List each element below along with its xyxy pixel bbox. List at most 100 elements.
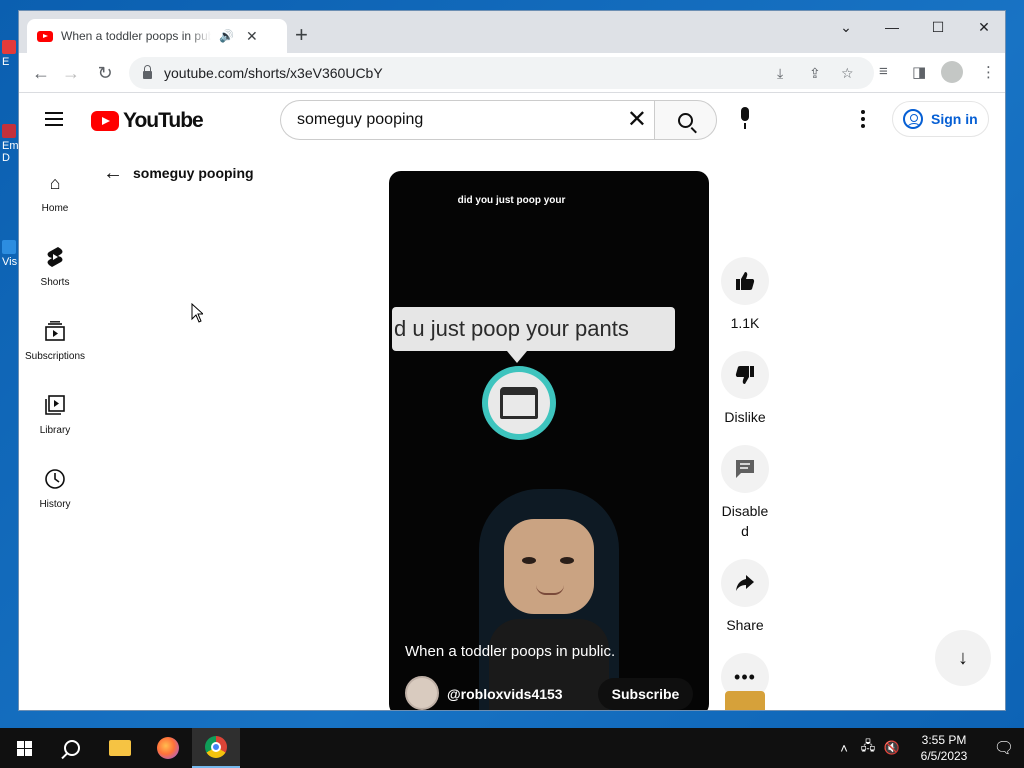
shorts-actions: 1.1K Dislike Disabled Share ••• [719, 257, 771, 710]
share-button[interactable] [721, 559, 769, 607]
desktop-icon[interactable]: Em D [2, 124, 19, 164]
comment-icon [736, 460, 754, 478]
sidebar-item-shorts[interactable]: Shorts [19, 231, 91, 305]
youtube-logo[interactable]: YouTube [91, 109, 204, 133]
sign-in-button[interactable]: Sign in [892, 101, 989, 137]
chrome-icon [205, 736, 227, 758]
history-icon [43, 467, 67, 491]
window-close-icon[interactable]: ✕ [961, 11, 1005, 43]
windows-logo-icon [16, 740, 32, 756]
shorts-icon [43, 245, 67, 269]
install-icon[interactable]: ⤓ [777, 65, 783, 82]
start-button[interactable] [0, 728, 48, 768]
home-icon: ⌂ [49, 172, 61, 193]
like-button[interactable] [721, 257, 769, 305]
speaker-icon[interactable]: 🔊 [219, 29, 234, 43]
subscriptions-icon [43, 319, 67, 343]
youtube-page: YouTube someguy pooping ✕ Sign in ⌂ Home… [19, 93, 1005, 710]
dislike-button[interactable] [721, 351, 769, 399]
search-query[interactable]: someguy pooping [297, 111, 423, 129]
reload-icon[interactable]: ↻ [93, 61, 117, 85]
sound-thumbnail[interactable] [725, 691, 765, 710]
hamburger-menu-icon[interactable] [45, 112, 63, 126]
sign-in-label: Sign in [931, 111, 978, 127]
character-eye [560, 557, 574, 564]
clear-search-icon[interactable]: ✕ [627, 107, 647, 133]
youtube-favicon-icon [37, 30, 53, 42]
minimize-icon[interactable]: — [869, 11, 915, 43]
desktop-icon-label: E [2, 56, 10, 68]
channel-avatar[interactable] [405, 676, 439, 710]
address-bar[interactable]: youtube.com/shorts/x3eV360UCbY ⤓ ⇪ ☆ [129, 57, 874, 89]
desktop-app-icon [2, 240, 16, 254]
desktop-icon[interactable]: E [2, 40, 18, 68]
comments-action: Disabled [719, 445, 771, 541]
desktop-app-icon [2, 40, 16, 54]
taskbar: ˄ 🖧 🔇 3:55 PM 6/5/2023 🗨 [0, 728, 1024, 768]
more-horizontal-icon: ••• [734, 666, 756, 687]
search-input[interactable]: someguy pooping ✕ [280, 100, 655, 140]
firefox-button[interactable] [144, 728, 192, 768]
firefox-icon [157, 737, 179, 759]
url-text[interactable]: youtube.com/shorts/x3eV360UCbY [164, 65, 383, 81]
clock-date: 6/5/2023 [920, 749, 968, 763]
system-tray: ˄ 🖧 🔇 3:55 PM 6/5/2023 🗨 [832, 728, 1024, 768]
maximize-icon[interactable]: ☐ [915, 11, 961, 43]
chrome-button[interactable] [192, 728, 240, 768]
short-title[interactable]: When a toddler poops in public. [405, 643, 615, 660]
shop-icon [482, 366, 556, 440]
subscribe-button[interactable]: Subscribe [598, 678, 693, 710]
browser-toolbar: ← → ↻ youtube.com/shorts/x3eV360UCbY ⤓ ⇪… [19, 53, 1005, 93]
lock-icon[interactable] [143, 65, 152, 79]
chevron-up-icon[interactable]: ˄ [832, 741, 856, 756]
mouse-cursor-icon [191, 303, 203, 323]
speech-bubble: d u just poop your pants [392, 307, 675, 363]
profile-avatar-icon[interactable] [941, 61, 963, 83]
folder-icon [109, 740, 131, 756]
desktop-icon[interactable]: Vis [2, 240, 18, 268]
share-action: Share [719, 559, 771, 635]
share-icon[interactable]: ⇪ [809, 65, 821, 82]
back-row: ← someguy pooping [103, 163, 254, 183]
side-panel-icon[interactable]: ◨ [912, 63, 926, 81]
character-eye [522, 557, 536, 564]
taskbar-search-button[interactable] [48, 728, 96, 768]
search-button[interactable] [654, 100, 717, 140]
back-arrow-icon[interactable]: ← [29, 61, 53, 85]
tab-search-chevron-icon[interactable]: ⌄ [823, 11, 869, 43]
character-smile [536, 585, 564, 595]
channel-name[interactable]: @robloxvids4153 [447, 686, 563, 702]
shorts-player[interactable]: did you just poop your d u just poop you… [389, 171, 709, 710]
tab-title: When a toddler poops in public [61, 29, 211, 43]
comments-button[interactable] [721, 445, 769, 493]
file-explorer-button[interactable] [96, 728, 144, 768]
shop-icon-inner [488, 372, 550, 434]
network-icon[interactable]: 🖧 [856, 737, 880, 759]
close-tab-icon[interactable]: ✕ [246, 28, 258, 45]
masthead: YouTube someguy pooping ✕ Sign in [19, 93, 1005, 147]
volume-muted-icon[interactable]: 🔇 [880, 740, 904, 756]
settings-kebab-icon[interactable] [861, 110, 865, 128]
media-controls-icon[interactable]: ≡ [879, 63, 888, 80]
sidebar-item-library[interactable]: Library [19, 379, 91, 453]
sidebar-item-history[interactable]: History [19, 453, 91, 527]
sidebar-item-subscriptions[interactable]: Subscriptions [19, 305, 91, 379]
library-icon [43, 393, 67, 417]
forward-arrow-icon[interactable]: → [59, 61, 83, 85]
sidebar-item-label: Shorts [40, 277, 70, 288]
voice-search-mic-icon[interactable] [735, 107, 755, 133]
new-tab-plus-icon[interactable]: + [295, 23, 308, 47]
dislike-action: Dislike [719, 351, 771, 427]
mic-capsule [741, 107, 749, 121]
sidebar-item-home[interactable]: ⌂ Home [19, 157, 91, 231]
desktop-icon-label: Em D [2, 140, 19, 164]
notifications-icon[interactable]: 🗨 [984, 738, 1024, 758]
chrome-menu-kebab-icon[interactable]: ⋮ [981, 63, 996, 81]
browser-tab[interactable]: When a toddler poops in public 🔊 ✕ [27, 19, 287, 53]
back-arrow-icon[interactable]: ← [103, 163, 123, 183]
clock[interactable]: 3:55 PM 6/5/2023 [904, 732, 984, 764]
bookmark-star-icon[interactable]: ☆ [841, 65, 854, 82]
browser-window: When a toddler poops in public 🔊 ✕ + ⌄ —… [18, 10, 1006, 711]
sidebar-item-label: Home [41, 203, 69, 214]
next-short-button[interactable]: ↓ [935, 630, 991, 686]
